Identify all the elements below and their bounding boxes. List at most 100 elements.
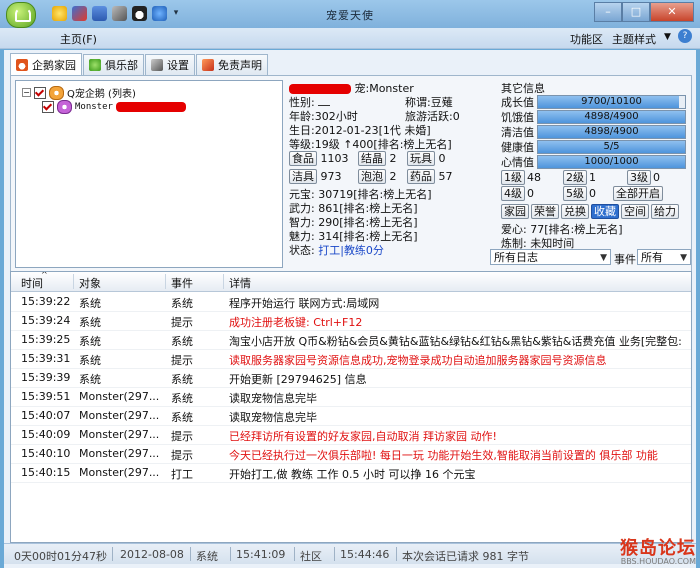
- collapse-icon[interactable]: −: [22, 88, 31, 97]
- tab-label: 俱乐部: [105, 59, 138, 72]
- stat-label: 清洁值: [501, 126, 534, 139]
- table-row[interactable]: 15:39:22 系统 系统 程序开始运行 联网方式:局域网: [11, 292, 691, 312]
- window-controls: – □ ✕: [594, 2, 694, 22]
- club-icon: [89, 59, 101, 71]
- level3-button[interactable]: 3级: [627, 170, 651, 185]
- boost-button[interactable]: 给力: [651, 204, 679, 219]
- level1-value: 48: [527, 171, 541, 184]
- level1-button[interactable]: 1级: [501, 170, 525, 185]
- levels-row-2: 4级 0 5级 0 全部开启: [501, 186, 687, 201]
- table-header: 时间 ^ 对象 事件 详情: [11, 272, 691, 292]
- exchange-button[interactable]: 兑换: [561, 204, 589, 219]
- stat-mood: 心情值 1000/1000: [501, 154, 686, 170]
- maximize-button[interactable]: □: [622, 2, 650, 22]
- tree-child[interactable]: Monster: [42, 100, 186, 114]
- log-filters: 所有日志 ▼ 事件 所有 ▼: [10, 247, 691, 269]
- log-type-value: 所有日志: [494, 251, 538, 264]
- level2-button[interactable]: 2级: [563, 170, 587, 185]
- event-select[interactable]: 所有 ▼: [637, 249, 691, 265]
- cell-detail: 读取服务器家园号资源信息成功,宠物登录成功自动追加服务器家园号资源信息: [229, 354, 607, 367]
- close-button[interactable]: ✕: [650, 2, 694, 22]
- root-checkbox[interactable]: [34, 86, 46, 99]
- theme-menu[interactable]: 主题样式: [612, 31, 656, 47]
- hunger-bar: 4898/4900: [537, 110, 686, 124]
- table-row[interactable]: 15:39:51 Monster(297... 系统 读取宠物信息完毕: [11, 387, 691, 407]
- column-event[interactable]: 事件: [171, 275, 193, 291]
- column-time[interactable]: 时间: [21, 275, 43, 291]
- penguin-icon: [16, 59, 28, 71]
- bubble-button[interactable]: 泡泡: [358, 169, 386, 184]
- tab-club[interactable]: 俱乐部: [83, 54, 144, 75]
- child-checkbox[interactable]: [42, 101, 54, 113]
- table-row[interactable]: 15:40:15 Monster(297... 打工 开始打工,做 教练 工作 0.5…: [11, 463, 691, 483]
- menu-bar: 主页(F) 功能区 主题样式 ▼ ?: [0, 28, 700, 49]
- tab-settings[interactable]: 设置: [145, 54, 195, 75]
- cell-obj: 系统: [79, 335, 101, 348]
- function-area-menu[interactable]: 功能区: [570, 31, 603, 47]
- cell-obj: 系统: [79, 297, 101, 310]
- table-row[interactable]: 15:39:39 系统 系统 开始更新 [29794625] 信息: [11, 368, 691, 388]
- tree-root[interactable]: − Q宠企鹅 (列表): [22, 85, 136, 100]
- table-row[interactable]: 15:39:31 系统 提示 读取服务器家园号资源信息成功,宠物登录成功自动追加服务器…: [11, 349, 691, 369]
- bar-text: 5/5: [603, 141, 620, 152]
- tab-disclaimer[interactable]: 免责声明: [196, 54, 268, 75]
- column-detail[interactable]: 详情: [229, 275, 251, 291]
- cell-time: 15:40:09: [21, 428, 71, 441]
- column-object[interactable]: 对象: [79, 275, 101, 291]
- crystal-button[interactable]: 结晶: [358, 151, 386, 166]
- table-row[interactable]: 15:40:09 Monster(297... 提示 已经拜访所有设置的好友家园,自动…: [11, 425, 691, 445]
- tab-label: 企鹅家园: [32, 59, 76, 72]
- cell-obj: Monster(297...: [79, 466, 160, 479]
- log-type-select[interactable]: 所有日志 ▼: [490, 249, 611, 265]
- cleaner-button[interactable]: 洁具: [289, 169, 317, 184]
- cell-detail: 开始更新 [29794625] 信息: [229, 373, 367, 386]
- cell-obj: Monster(297...: [79, 409, 160, 422]
- medicine-value: 57: [438, 170, 453, 183]
- stat-health: 健康值 5/5: [501, 139, 686, 155]
- cell-obj: 系统: [79, 373, 101, 386]
- table-row[interactable]: 15:39:25 系统 系统 淘宝小店开放 Q币&粉钻&会员&黄钻&蓝钻&绿钻&红钻&…: [11, 330, 691, 350]
- level4-button[interactable]: 4级: [501, 186, 525, 201]
- stat-clean: 清洁值 4898/4900: [501, 124, 686, 140]
- pet-panel: − Q宠企鹅 (列表) Monster 宠:Monster 性别: 称谓:豆薙 …: [10, 75, 692, 273]
- bar-text: 4898/4900: [584, 111, 639, 122]
- bar-text: 9700/10100: [581, 96, 642, 107]
- table-row[interactable]: 15:40:10 Monster(297... 提示 今天已经执行过一次俱乐部啦! 每…: [11, 444, 691, 464]
- tab-penguin-home[interactable]: 企鹅家园: [10, 53, 82, 76]
- cell-detail: 成功注册老板键: Ctrl+F12: [229, 316, 363, 329]
- honor-button[interactable]: 荣誉: [531, 204, 559, 219]
- theme-chevron-icon[interactable]: ▼: [664, 32, 671, 42]
- space-button[interactable]: 空间: [621, 204, 649, 219]
- help-icon[interactable]: ?: [678, 29, 692, 43]
- system-label: 系统: [196, 550, 218, 563]
- collect-button[interactable]: 收藏: [591, 204, 619, 219]
- tools-icon: [151, 59, 163, 71]
- cell-detail: 开始打工,做 教练 工作 0.5 小时 可以挣 16 个元宝: [229, 468, 476, 481]
- toy-button[interactable]: 玩具: [407, 151, 435, 166]
- cell-time: 15:39:51: [21, 390, 71, 403]
- cell-event: 提示: [171, 316, 193, 329]
- cell-event: 系统: [171, 297, 193, 310]
- status-bar: 0天00时01分47秒 2012-08-08 系统 15:41:09 社区 15…: [4, 543, 696, 564]
- cell-event: 系统: [171, 411, 193, 424]
- table-row[interactable]: 15:39:24 系统 提示 成功注册老板键: Ctrl+F12: [11, 311, 691, 331]
- home-button[interactable]: 家园: [501, 204, 529, 219]
- cell-time: 15:39:31: [21, 352, 71, 365]
- cell-time: 15:40:15: [21, 466, 71, 479]
- level5-button[interactable]: 5级: [563, 186, 587, 201]
- cell-event: 系统: [171, 335, 193, 348]
- medicine-button[interactable]: 药品: [407, 169, 435, 184]
- food-button[interactable]: 食品: [289, 151, 317, 166]
- level4-value: 0: [527, 187, 534, 200]
- title-bar: ▾ 宠爱天使 – □ ✕: [0, 0, 700, 28]
- main-menu[interactable]: 主页(F): [60, 31, 97, 47]
- table-row[interactable]: 15:40:07 Monster(297... 系统 读取宠物信息完毕: [11, 406, 691, 426]
- minimize-button[interactable]: –: [594, 2, 622, 22]
- level5-value: 0: [589, 187, 596, 200]
- clean-bar: 4898/4900: [537, 125, 686, 139]
- cell-obj: 系统: [79, 316, 101, 329]
- cell-time: 15:39:25: [21, 333, 71, 346]
- open-all-button[interactable]: 全部开启: [613, 186, 663, 201]
- items-row-1: 食品 1103 结晶 2 玩具 0: [289, 151, 446, 166]
- chevron-down-icon: ▼: [600, 253, 607, 263]
